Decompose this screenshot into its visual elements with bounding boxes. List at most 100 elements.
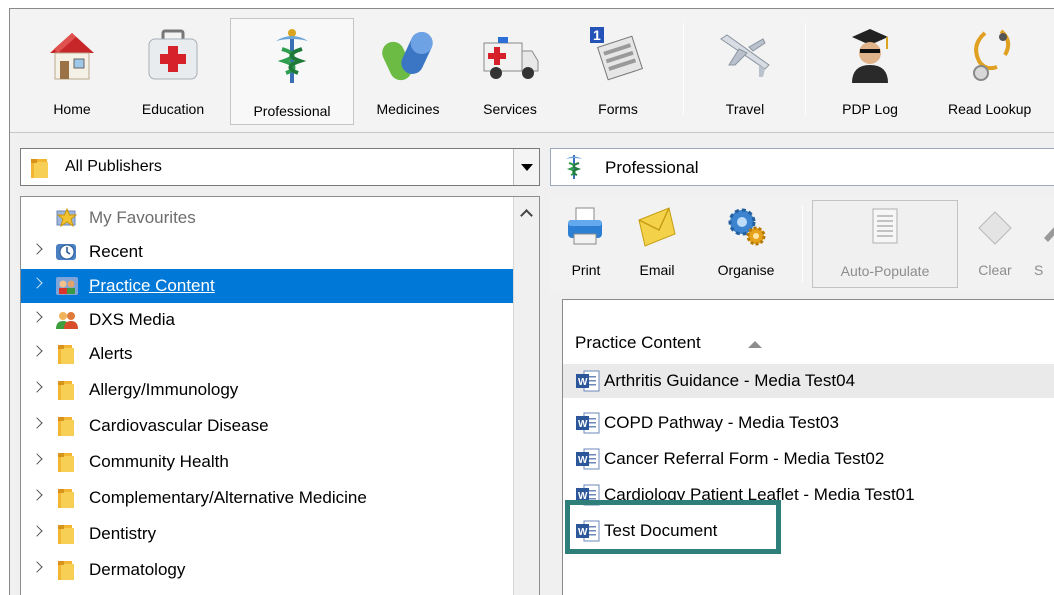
tree-item-dermatology[interactable]: Dermatology bbox=[21, 553, 513, 587]
tree-item-dentistry[interactable]: Dentistry bbox=[21, 517, 513, 551]
publisher-select-value: All Publishers bbox=[65, 158, 162, 175]
tree-item-my-favourites[interactable]: My Favourites bbox=[21, 201, 513, 235]
expand-arrow-icon[interactable] bbox=[31, 277, 43, 289]
ribbon-label: Education bbox=[141, 101, 205, 117]
expand-arrow-icon[interactable] bbox=[31, 453, 43, 465]
favourites-icon bbox=[56, 207, 78, 228]
word-document-icon: W bbox=[576, 412, 600, 434]
main-ribbon: Home Education Professional Medicines Se… bbox=[10, 9, 1054, 133]
clock-icon bbox=[56, 244, 76, 260]
ribbon-label: Travel bbox=[725, 101, 765, 117]
ribbon-medicines-button[interactable]: Medicines bbox=[360, 17, 456, 123]
airplane-icon bbox=[720, 34, 770, 77]
envelope-icon bbox=[638, 207, 676, 247]
folder-icon bbox=[31, 159, 48, 178]
document-toolbar: Print Email Organise Auto-Populate Clear… bbox=[550, 196, 1054, 292]
s-button[interactable]: S bbox=[1028, 200, 1054, 288]
ambulance-icon bbox=[483, 37, 539, 79]
print-label: Print bbox=[571, 262, 601, 278]
tree-item-complementary-alternative-medicine[interactable]: Complementary/Alternative Medicine bbox=[21, 481, 513, 515]
app-window: Home Education Professional Medicines Se… bbox=[9, 8, 1054, 595]
email-button[interactable]: Email bbox=[620, 200, 694, 288]
ribbon-label: Home bbox=[53, 101, 91, 117]
document-row[interactable]: W COPD Pathway - Media Test03 bbox=[563, 406, 1054, 440]
expand-arrow-icon[interactable] bbox=[31, 525, 43, 537]
tree-item-label: Community Health bbox=[89, 452, 229, 471]
tree-item-label: Allergy/Immunology bbox=[89, 380, 239, 399]
tree-item-recent[interactable]: Recent bbox=[21, 235, 513, 269]
expand-arrow-icon[interactable] bbox=[31, 417, 43, 429]
content-header: Professional bbox=[550, 148, 1054, 186]
print-button[interactable]: Print bbox=[556, 200, 616, 288]
ribbon-home-button[interactable]: Home bbox=[28, 17, 116, 123]
expand-arrow-icon[interactable] bbox=[31, 311, 43, 323]
tree-scrollbar[interactable] bbox=[513, 197, 539, 595]
ribbon-pdp-log-button[interactable]: PDP Log bbox=[818, 17, 922, 123]
tree-item-label: My Favourites bbox=[89, 208, 196, 227]
tree-item-dxs-media[interactable]: DXS Media bbox=[21, 303, 513, 337]
highlight-box bbox=[565, 500, 781, 554]
caduceus-icon bbox=[566, 155, 582, 179]
folder-icon bbox=[58, 381, 74, 400]
organise-label: Organise bbox=[717, 262, 775, 278]
tree-item-allergy-immunology[interactable]: Allergy/Immunology bbox=[21, 373, 513, 407]
tree-item-label: Dentistry bbox=[89, 524, 157, 543]
document-row[interactable]: W Cancer Referral Form - Media Test02 bbox=[563, 442, 1054, 476]
ribbon-services-button[interactable]: Services bbox=[462, 17, 558, 123]
word-document-icon: W bbox=[576, 448, 600, 470]
svg-text:W: W bbox=[578, 455, 588, 466]
tree-item-label: DXS Media bbox=[89, 310, 175, 329]
ribbon-education-button[interactable]: Education bbox=[122, 17, 224, 123]
svg-text:W: W bbox=[578, 419, 588, 430]
scroll-up-icon[interactable] bbox=[520, 209, 533, 222]
publisher-select[interactable]: All Publishers bbox=[20, 148, 540, 186]
ribbon-label: Medicines bbox=[376, 101, 440, 117]
clear-button[interactable]: Clear bbox=[966, 200, 1024, 288]
sort-ascending-icon bbox=[748, 341, 762, 348]
folder-icon bbox=[58, 417, 74, 436]
media-users-icon bbox=[56, 312, 78, 329]
document-title: Cancer Referral Form - Media Test02 bbox=[604, 449, 885, 468]
ribbon-label: Services bbox=[483, 101, 537, 117]
expand-arrow-icon[interactable] bbox=[31, 489, 43, 501]
svg-text:W: W bbox=[578, 377, 588, 388]
document-icon bbox=[872, 208, 898, 244]
document-row[interactable]: W Arthritis Guidance - Media Test04 bbox=[563, 364, 1054, 398]
pills-icon bbox=[382, 32, 433, 81]
ribbon-forms-button[interactable]: 1 Forms bbox=[570, 17, 666, 123]
ribbon-travel-button[interactable]: Travel bbox=[696, 17, 794, 123]
stethoscope-icon bbox=[973, 29, 1011, 81]
auto-populate-button[interactable]: Auto-Populate bbox=[812, 200, 958, 288]
expand-arrow-icon[interactable] bbox=[31, 345, 43, 357]
content-header-title: Professional bbox=[605, 158, 699, 177]
expand-arrow-icon[interactable] bbox=[31, 381, 43, 393]
s-label: S bbox=[1034, 262, 1044, 278]
expand-arrow-icon[interactable] bbox=[31, 243, 43, 255]
email-label: Email bbox=[639, 262, 675, 278]
document-title: Arthritis Guidance - Media Test04 bbox=[604, 371, 856, 390]
house-icon bbox=[50, 33, 94, 80]
clear-label: Clear bbox=[978, 262, 1012, 278]
word-document-icon: W bbox=[576, 370, 600, 392]
tree-item-community-health[interactable]: Community Health bbox=[21, 445, 513, 479]
expand-arrow-icon[interactable] bbox=[31, 561, 43, 573]
folder-icon bbox=[58, 453, 74, 472]
ribbon-label: Forms bbox=[598, 101, 638, 117]
folder-icon bbox=[58, 525, 74, 544]
document-title: COPD Pathway - Media Test03 bbox=[604, 413, 839, 432]
practice-icon bbox=[56, 277, 78, 295]
organise-button[interactable]: Organise bbox=[700, 200, 792, 288]
ribbon-label: Read Lookup bbox=[948, 101, 1032, 117]
ribbon-professional-button[interactable]: Professional bbox=[230, 18, 354, 125]
tree-item-cardiovascular-disease[interactable]: Cardiovascular Disease bbox=[21, 409, 513, 443]
chevron-down-icon[interactable] bbox=[513, 149, 539, 185]
tree-item-label: Practice Content bbox=[89, 276, 215, 295]
auto-populate-label: Auto-Populate bbox=[840, 263, 930, 279]
ribbon-read-lookup-button[interactable]: Read Lookup bbox=[928, 17, 1054, 123]
tree-item-practice-content[interactable]: Practice Content bbox=[21, 269, 513, 303]
column-header[interactable]: Practice Content bbox=[575, 333, 701, 353]
caduceus-icon bbox=[276, 29, 308, 83]
tree-item-alerts[interactable]: Alerts bbox=[21, 337, 513, 371]
pen-icon bbox=[1043, 226, 1054, 242]
tree-item-label: Dermatology bbox=[89, 560, 186, 579]
